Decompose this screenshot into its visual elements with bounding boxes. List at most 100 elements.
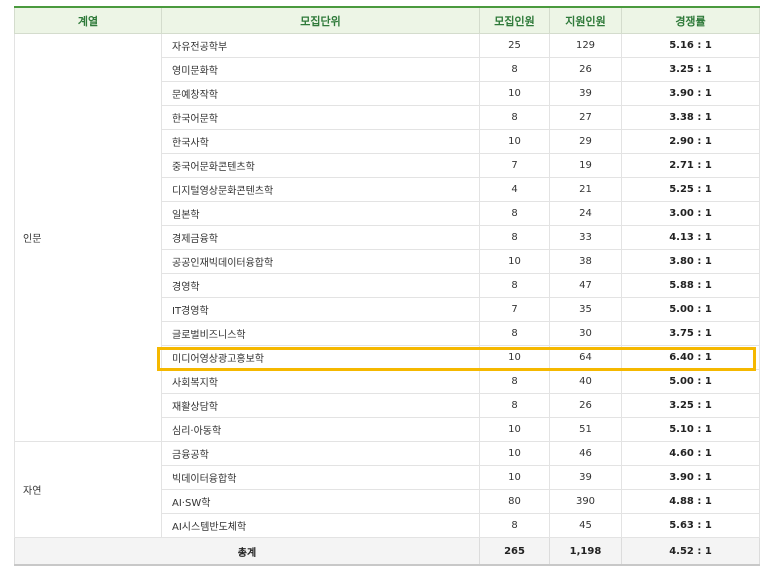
quota-cell: 10 xyxy=(479,81,550,106)
applicants-cell: 39 xyxy=(549,465,622,490)
applicants-cell: 29 xyxy=(549,129,622,154)
total-row: 총계 265 1,198 4.52 : 1 xyxy=(14,537,760,566)
header-unit: 모집단위 xyxy=(161,6,480,34)
rate-cell: 5.88 : 1 xyxy=(621,273,760,298)
unit-cell: 중국어문화콘텐츠학 xyxy=(161,153,480,178)
table-body: 인문 자유전공학부 25 129 5.16 : 1 영미문화학 8 26 3.25 : 1 문예창… xyxy=(14,33,760,538)
rate-cell: 4.60 : 1 xyxy=(621,441,760,466)
unit-cell: 공공인재빅데이터융합학 xyxy=(161,249,480,274)
quota-cell: 8 xyxy=(479,201,550,226)
unit-cell: 빅데이터융합학 xyxy=(161,465,480,490)
quota-cell: 10 xyxy=(479,249,550,274)
unit-cell: 자유전공학부 xyxy=(161,33,480,58)
rate-cell: 5.63 : 1 xyxy=(621,513,760,538)
unit-cell: 경영학 xyxy=(161,273,480,298)
unit-cell: 경제금융학 xyxy=(161,225,480,250)
applicants-cell: 46 xyxy=(549,441,622,466)
applicants-cell: 51 xyxy=(549,417,622,442)
rate-cell: 3.25 : 1 xyxy=(621,393,760,418)
quota-cell: 10 xyxy=(479,465,550,490)
applicants-cell: 38 xyxy=(549,249,622,274)
rate-cell: 5.16 : 1 xyxy=(621,33,760,58)
unit-cell: 영미문화학 xyxy=(161,57,480,82)
quota-cell: 7 xyxy=(479,297,550,322)
applicants-cell: 19 xyxy=(549,153,622,178)
quota-cell: 8 xyxy=(479,369,550,394)
applicants-cell: 26 xyxy=(549,57,622,82)
rate-cell: 3.80 : 1 xyxy=(621,249,760,274)
applicants-cell: 26 xyxy=(549,393,622,418)
rate-cell: 3.75 : 1 xyxy=(621,321,760,346)
table-row: 인문 자유전공학부 25 129 5.16 : 1 xyxy=(14,33,760,442)
quota-cell: 8 xyxy=(479,225,550,250)
group-cell: 인문 xyxy=(14,33,162,442)
quota-cell: 8 xyxy=(479,105,550,130)
unit-cell: 심리·아동학 xyxy=(161,417,480,442)
header-applicants: 지원인원 xyxy=(549,6,622,34)
quota-cell: 25 xyxy=(479,33,550,58)
unit-cell: IT경영학 xyxy=(161,297,480,322)
total-quota: 265 xyxy=(479,537,550,566)
competition-table-container: 계열 모집단위 모집인원 지원인원 경쟁률 인문 자유전공학부 25 129 5.16 … xyxy=(14,6,760,566)
group-cell: 자연 xyxy=(14,441,162,538)
rate-cell: 6.40 : 1 xyxy=(621,345,760,370)
unit-cell: 문예창작학 xyxy=(161,81,480,106)
applicants-cell: 47 xyxy=(549,273,622,298)
unit-cell: 사회복지학 xyxy=(161,369,480,394)
unit-cell: 한국어문학 xyxy=(161,105,480,130)
table-row: 자연 금융공학 10 46 4.60 : 1 xyxy=(14,441,760,538)
quota-cell: 8 xyxy=(479,513,550,538)
applicants-cell: 390 xyxy=(549,489,622,514)
rate-cell: 3.90 : 1 xyxy=(621,81,760,106)
applicants-cell: 39 xyxy=(549,81,622,106)
quota-cell: 80 xyxy=(479,489,550,514)
quota-cell: 4 xyxy=(479,177,550,202)
unit-cell: AI시스템반도체학 xyxy=(161,513,480,538)
unit-cell: 한국사학 xyxy=(161,129,480,154)
rate-cell: 3.38 : 1 xyxy=(621,105,760,130)
applicants-cell: 129 xyxy=(549,33,622,58)
unit-cell: 디지털영상문화콘텐츠학 xyxy=(161,177,480,202)
unit-cell: AI·SW학 xyxy=(161,489,480,514)
table-header-row: 계열 모집단위 모집인원 지원인원 경쟁률 xyxy=(14,6,760,34)
quota-cell: 8 xyxy=(479,273,550,298)
header-quota: 모집인원 xyxy=(479,6,550,34)
rate-cell: 5.25 : 1 xyxy=(621,177,760,202)
rate-cell: 4.13 : 1 xyxy=(621,225,760,250)
applicants-cell: 33 xyxy=(549,225,622,250)
header-rate: 경쟁률 xyxy=(621,6,760,34)
applicants-cell: 27 xyxy=(549,105,622,130)
unit-cell: 미디어영상광고홍보학 xyxy=(161,345,480,370)
rate-cell: 5.00 : 1 xyxy=(621,369,760,394)
quota-cell: 7 xyxy=(479,153,550,178)
rate-cell: 4.88 : 1 xyxy=(621,489,760,514)
applicants-cell: 21 xyxy=(549,177,622,202)
unit-cell: 글로벌비즈니스학 xyxy=(161,321,480,346)
competition-rate-table: 계열 모집단위 모집인원 지원인원 경쟁률 인문 자유전공학부 25 129 5.16 … xyxy=(14,6,760,566)
rate-cell: 3.00 : 1 xyxy=(621,201,760,226)
quota-cell: 8 xyxy=(479,57,550,82)
quota-cell: 8 xyxy=(479,321,550,346)
rate-cell: 2.71 : 1 xyxy=(621,153,760,178)
rate-cell: 3.25 : 1 xyxy=(621,57,760,82)
applicants-cell: 24 xyxy=(549,201,622,226)
applicants-cell: 35 xyxy=(549,297,622,322)
applicants-cell: 40 xyxy=(549,369,622,394)
quota-cell: 10 xyxy=(479,441,550,466)
quota-cell: 10 xyxy=(479,417,550,442)
header-group: 계열 xyxy=(14,6,162,34)
rate-cell: 2.90 : 1 xyxy=(621,129,760,154)
applicants-cell: 45 xyxy=(549,513,622,538)
quota-cell: 10 xyxy=(479,129,550,154)
rate-cell: 5.00 : 1 xyxy=(621,297,760,322)
quota-cell: 10 xyxy=(479,345,550,370)
unit-cell: 금융공학 xyxy=(161,441,480,466)
unit-cell: 재활상담학 xyxy=(161,393,480,418)
quota-cell: 8 xyxy=(479,393,550,418)
total-applicants: 1,198 xyxy=(549,537,622,566)
total-label: 총계 xyxy=(14,537,480,566)
total-rate: 4.52 : 1 xyxy=(621,537,760,566)
rate-cell: 3.90 : 1 xyxy=(621,465,760,490)
rate-cell: 5.10 : 1 xyxy=(621,417,760,442)
unit-cell: 일본학 xyxy=(161,201,480,226)
